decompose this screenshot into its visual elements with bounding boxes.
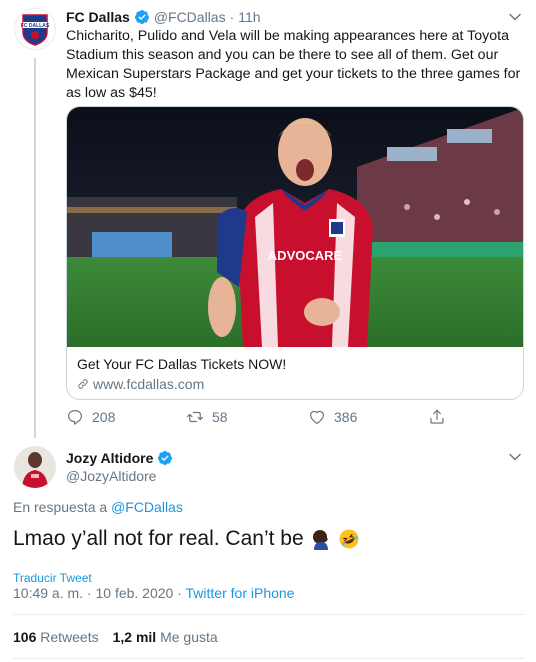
- retweet-button[interactable]: 58: [186, 408, 228, 426]
- reply-to-link[interactable]: @FCDallas: [111, 499, 183, 515]
- facepalm-emoji-icon: [312, 530, 328, 550]
- jersey-sponsor-text: ADVOCARE: [268, 248, 343, 263]
- svg-text:FC DALLAS: FC DALLAS: [21, 23, 50, 29]
- chevron-down-icon[interactable]: [508, 450, 522, 464]
- tweet2-stats: 106 Retweets 1,2 mil Me gusta: [13, 629, 218, 645]
- retweet-icon: [186, 411, 204, 423]
- tweet1-text: Chicharito, Pulido and Vela will be maki…: [66, 28, 521, 101]
- translate-tweet-link[interactable]: Traducir Tweet: [13, 571, 92, 585]
- likes-stat[interactable]: 1,2 mil Me gusta: [113, 629, 218, 645]
- heart-icon: [310, 410, 324, 424]
- tweet1-header: FC Dallas @FCDallas · 11h: [66, 9, 261, 25]
- tweet2-source-link[interactable]: Twitter for iPhone: [186, 585, 295, 601]
- fcdallas-crest-icon: FC DALLAS: [21, 14, 50, 46]
- quoted-tweet-fcdallas[interactable]: FC DALLAS FC Dallas @FCDallas · 11h Chic…: [0, 0, 536, 440]
- tweet1-handle[interactable]: @FCDallas: [154, 9, 226, 25]
- tweet2-meta: 10:49 a. m. · 10 feb. 2020 · Twitter for…: [13, 585, 294, 601]
- card-title[interactable]: Get Your FC Dallas Tickets NOW!: [77, 356, 286, 372]
- tweet2-author-name[interactable]: Jozy Altidore: [66, 450, 153, 466]
- retweet-count: 58: [212, 409, 228, 425]
- reply-count: 208: [92, 409, 116, 425]
- like-count: 386: [334, 409, 358, 425]
- tweet1-author-name[interactable]: FC Dallas: [66, 9, 130, 25]
- jozy-avatar-image: [14, 446, 56, 488]
- rolling-laughing-emoji-icon: [339, 529, 359, 549]
- tweet2-text: Lmao y’all not for real. Can’t be: [13, 527, 304, 550]
- retweets-stat-count: 106: [13, 629, 37, 645]
- tweet2-timestamp[interactable]: 10:49 a. m. · 10 feb. 2020 ·: [13, 585, 186, 601]
- tweet2-handle[interactable]: @JozyAltidore: [66, 468, 156, 484]
- reply-icon: [68, 410, 82, 425]
- tweet2-name-row: Jozy Altidore: [66, 450, 173, 466]
- link-card[interactable]: ADVOCARE Get Your FC Dallas Tickets NOW!…: [66, 106, 524, 400]
- jozy-avatar[interactable]: [14, 446, 56, 488]
- card-url-text: www.fcdallas.com: [93, 376, 205, 392]
- reply-prefix: En respuesta a: [13, 499, 112, 515]
- divider: [13, 614, 524, 615]
- reply-button[interactable]: 208: [66, 408, 115, 426]
- share-icon: [430, 409, 444, 424]
- tweet1-actions: 208 58 386: [66, 408, 524, 428]
- divider: [13, 658, 524, 659]
- likes-stat-count: 1,2 mil: [112, 629, 157, 645]
- tweet1-separator: ·: [229, 9, 235, 25]
- like-button[interactable]: 386: [308, 408, 357, 426]
- tweet1-time[interactable]: 11h: [238, 9, 260, 25]
- link-icon: [78, 379, 88, 389]
- card-image-soccer-player: ADVOCARE: [67, 107, 523, 347]
- verified-badge-icon: [158, 451, 173, 465]
- retweets-stat-label: Retweets: [40, 629, 99, 645]
- chevron-down-icon[interactable]: [508, 10, 522, 24]
- share-button[interactable]: [428, 408, 446, 426]
- fcdallas-avatar[interactable]: FC DALLAS: [14, 8, 56, 50]
- card-url[interactable]: www.fcdallas.com: [77, 376, 204, 392]
- reply-context: En respuesta a @FCDallas: [13, 499, 183, 515]
- verified-badge-icon: [134, 10, 149, 24]
- tweet2-text-row: Lmao y’all not for real. Can’t be: [13, 526, 360, 552]
- likes-stat-label: Me gusta: [160, 629, 218, 645]
- retweets-stat[interactable]: 106 Retweets: [13, 629, 99, 645]
